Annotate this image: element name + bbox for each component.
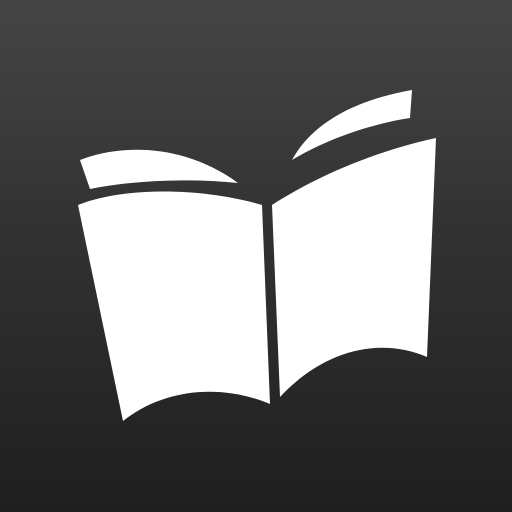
app-icon-tile[interactable]	[0, 0, 512, 512]
left-flutter-page	[80, 149, 238, 189]
open-book-icon	[78, 90, 436, 421]
right-page	[272, 138, 436, 397]
left-page	[78, 191, 270, 421]
